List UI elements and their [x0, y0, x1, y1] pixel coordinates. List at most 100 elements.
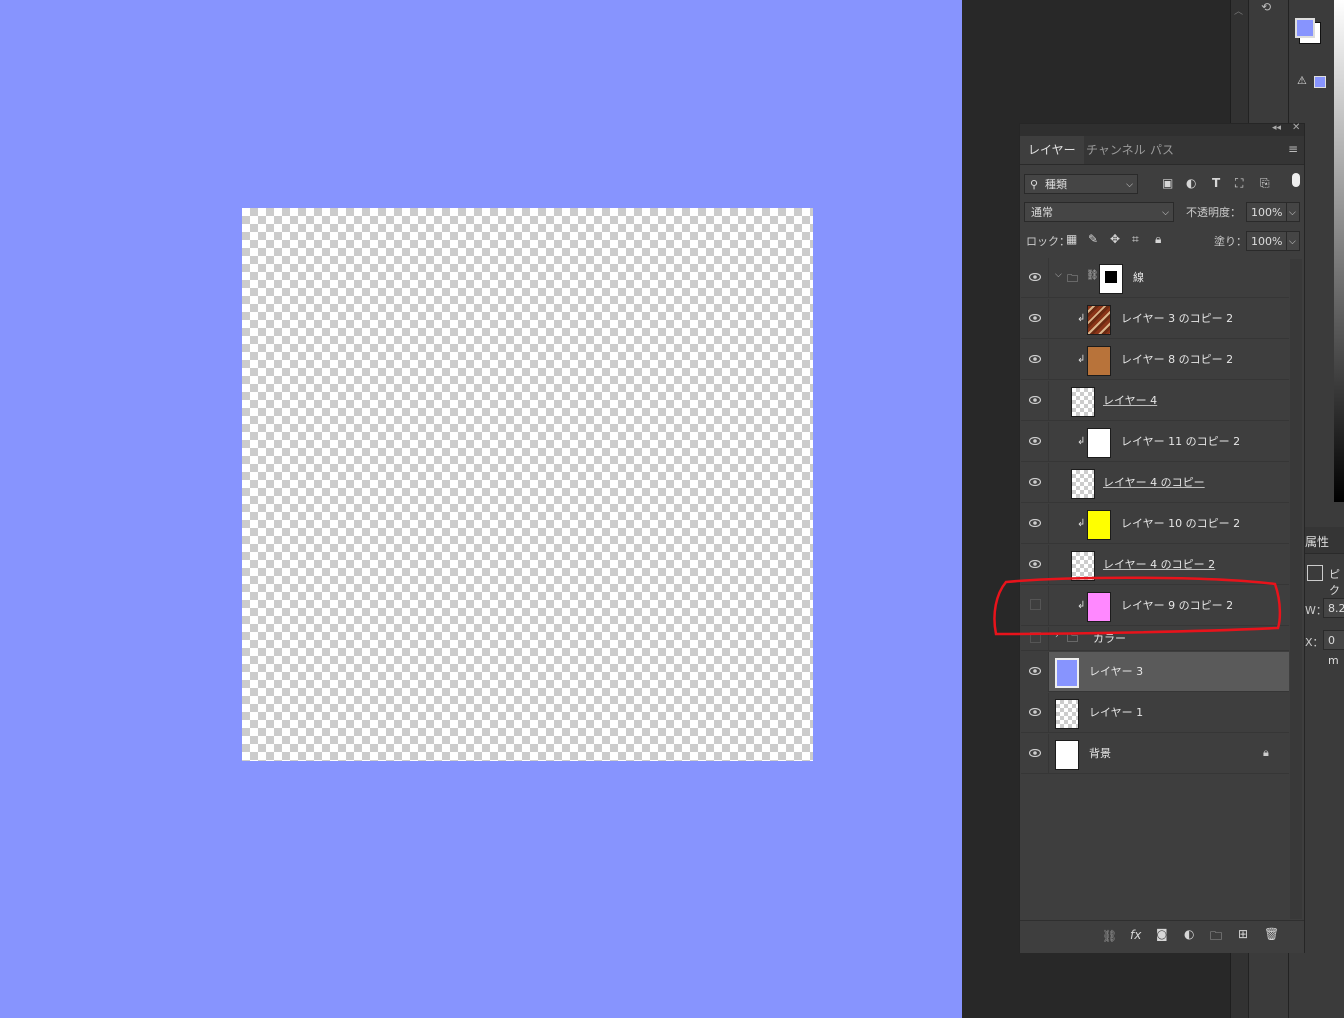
visibility-toggle[interactable] [1021, 652, 1049, 692]
eye-icon [1029, 396, 1041, 404]
layer-name: 線 [1133, 271, 1144, 284]
chevron-down-icon: ⌵ [1162, 208, 1169, 218]
clipping-mask-icon: ↲ [1077, 313, 1086, 324]
visibility-toggle[interactable] [1021, 504, 1049, 544]
visibility-toggle[interactable] [1021, 693, 1049, 733]
visibility-toggle[interactable] [1021, 734, 1049, 774]
filter-kind-select[interactable]: ⚲ 種類 ⌵ [1024, 174, 1138, 194]
transparent-artboard[interactable] [242, 208, 813, 761]
clipping-mask-icon: ↲ [1077, 354, 1086, 365]
w-input[interactable]: 8.2 [1323, 598, 1344, 618]
layer-row-sen[interactable]: ⌵ 🗀︎ ⛓︎ 線 [1021, 258, 1289, 298]
filter-toggle[interactable] [1292, 173, 1300, 187]
layers-panel: ◂◂ ✕ レイヤー チャンネル パス ≡ ⚲ 種類 ⌵ ▣ ◐ T ⛶ ⎘ 通常… [1019, 122, 1305, 953]
chevron-down-icon: ⌵ [1126, 180, 1133, 190]
filter-pixel-icon[interactable]: ▣ [1162, 176, 1173, 190]
layer-thumbnail [1087, 346, 1111, 376]
filter-smart-object-icon[interactable]: ⎘ [1260, 176, 1270, 191]
opacity-dropdown-icon[interactable]: ⌵ [1286, 202, 1300, 222]
properties-title: 属性 [1305, 535, 1330, 549]
layer-name: レイヤー 1 [1089, 706, 1144, 719]
layer-row[interactable]: ↲ レイヤー 8 のコピー 2 [1021, 340, 1289, 380]
search-icon: ⚲ [1030, 178, 1039, 191]
fill-input[interactable]: 100% [1246, 231, 1288, 251]
layer-name: レイヤー 10 のコピー 2 [1121, 517, 1241, 530]
x-input[interactable]: 0 m [1323, 630, 1344, 667]
blend-mode-select[interactable]: 通常 ⌵ [1024, 202, 1174, 222]
lock-artboard-icon[interactable]: ⌗ [1132, 232, 1139, 247]
eye-icon [1029, 560, 1041, 568]
new-group-icon[interactable]: 🗀︎ [1210, 927, 1222, 948]
opacity-label: 不透明度： [1186, 206, 1241, 219]
eye-icon [1029, 667, 1041, 675]
foreground-color-swatch[interactable] [1295, 18, 1315, 38]
lock-position-icon[interactable]: ✥ [1110, 232, 1120, 246]
link-layers-icon[interactable]: ⛓︎ [1102, 929, 1117, 943]
visibility-toggle[interactable] [1021, 381, 1049, 421]
tab-paths[interactable]: パス [1142, 136, 1182, 164]
eye-icon [1029, 519, 1041, 527]
filter-type-icon[interactable]: T [1212, 176, 1220, 190]
layer-row[interactable]: ↲ レイヤー 10 のコピー 2 [1021, 504, 1289, 544]
link-icon[interactable]: ⛓︎ [1086, 270, 1099, 281]
layer-row[interactable]: ↲ レイヤー 11 のコピー 2 [1021, 422, 1289, 462]
add-mask-icon[interactable]: ◙ [1156, 927, 1168, 941]
layer-thumbnail [1087, 305, 1111, 335]
eye-icon [1029, 749, 1041, 757]
mask-thumbnail[interactable] [1099, 264, 1123, 294]
layer-row[interactable]: レイヤー 4 のコピー [1021, 463, 1289, 503]
panel-header: ◂◂ ✕ [1020, 122, 1304, 136]
fill-dropdown-icon[interactable]: ⌵ [1286, 231, 1300, 251]
layer-row[interactable]: レイヤー 4 [1021, 381, 1289, 421]
visibility-toggle[interactable] [1021, 340, 1049, 380]
expand-chevron-icon[interactable]: ⌵ [1055, 270, 1062, 280]
fx-icon[interactable]: fx [1130, 928, 1141, 942]
collapse-icon[interactable]: ◂◂ [1272, 123, 1281, 133]
folder-icon: 🗀︎ [1067, 272, 1078, 285]
gamut-warning-icon[interactable]: ⚠ [1297, 74, 1307, 87]
layer-row-selected[interactable]: レイヤー 3 [1021, 652, 1289, 692]
layer-thumbnail [1055, 658, 1079, 688]
lock-all-icon[interactable]: 🔒︎ [1155, 232, 1161, 247]
lock-transparent-icon[interactable]: ▦ [1066, 232, 1077, 246]
visibility-toggle[interactable] [1021, 463, 1049, 503]
layer-row-background[interactable]: 背景 🔒︎ [1021, 734, 1289, 774]
layer-name: レイヤー 8 のコピー 2 [1121, 353, 1234, 366]
close-icon[interactable]: ✕ [1292, 122, 1300, 133]
eye-icon [1029, 273, 1041, 281]
layer-name: レイヤー 4 [1103, 394, 1158, 407]
layer-row[interactable]: レイヤー 1 [1021, 693, 1289, 733]
visibility-toggle[interactable] [1021, 422, 1049, 462]
adjustment-layer-icon[interactable]: ◐ [1184, 927, 1194, 941]
panel-menu-icon[interactable]: ≡ [1288, 142, 1298, 156]
trash-icon[interactable]: 🗑︎ [1264, 927, 1279, 941]
clipping-mask-icon: ↲ [1077, 518, 1086, 529]
layer-thumbnail [1087, 510, 1111, 540]
visibility-toggle[interactable] [1021, 258, 1049, 298]
history-icon[interactable]: ⟲ [1261, 0, 1271, 14]
layer-name: レイヤー 11 のコピー 2 [1121, 435, 1241, 448]
layer-thumbnail [1055, 740, 1079, 770]
clipping-mask-icon: ↲ [1077, 436, 1086, 447]
scroll-up-icon[interactable]: ︿ [1234, 4, 1243, 17]
visibility-toggle[interactable] [1021, 299, 1049, 339]
fill-label: 塗り： [1214, 235, 1247, 248]
layer-thumbnail [1071, 387, 1095, 417]
filter-adjustment-icon[interactable]: ◐ [1186, 176, 1196, 190]
opacity-input[interactable]: 100% [1246, 202, 1288, 222]
pixel-label: ピク [1329, 568, 1340, 597]
layer-list-scrollbar[interactable] [1290, 259, 1302, 919]
lock-brush-icon[interactable]: ✎ [1088, 232, 1098, 246]
filter-kind-label: 種類 [1045, 178, 1067, 191]
document-canvas[interactable] [0, 0, 962, 1018]
color-ramp[interactable] [1334, 0, 1344, 502]
pixel-layer-icon [1307, 565, 1323, 581]
eye-icon [1029, 478, 1041, 486]
layer-row[interactable]: ↲ レイヤー 3 のコピー 2 [1021, 299, 1289, 339]
lock-label: ロック： [1026, 235, 1070, 248]
tab-layers[interactable]: レイヤー [1020, 136, 1084, 164]
new-layer-icon[interactable]: ⊞ [1238, 927, 1248, 941]
filter-shape-icon[interactable]: ⛶ [1235, 176, 1243, 191]
blend-mode-label: 通常 [1031, 206, 1053, 219]
web-color-swatch[interactable] [1314, 76, 1326, 88]
